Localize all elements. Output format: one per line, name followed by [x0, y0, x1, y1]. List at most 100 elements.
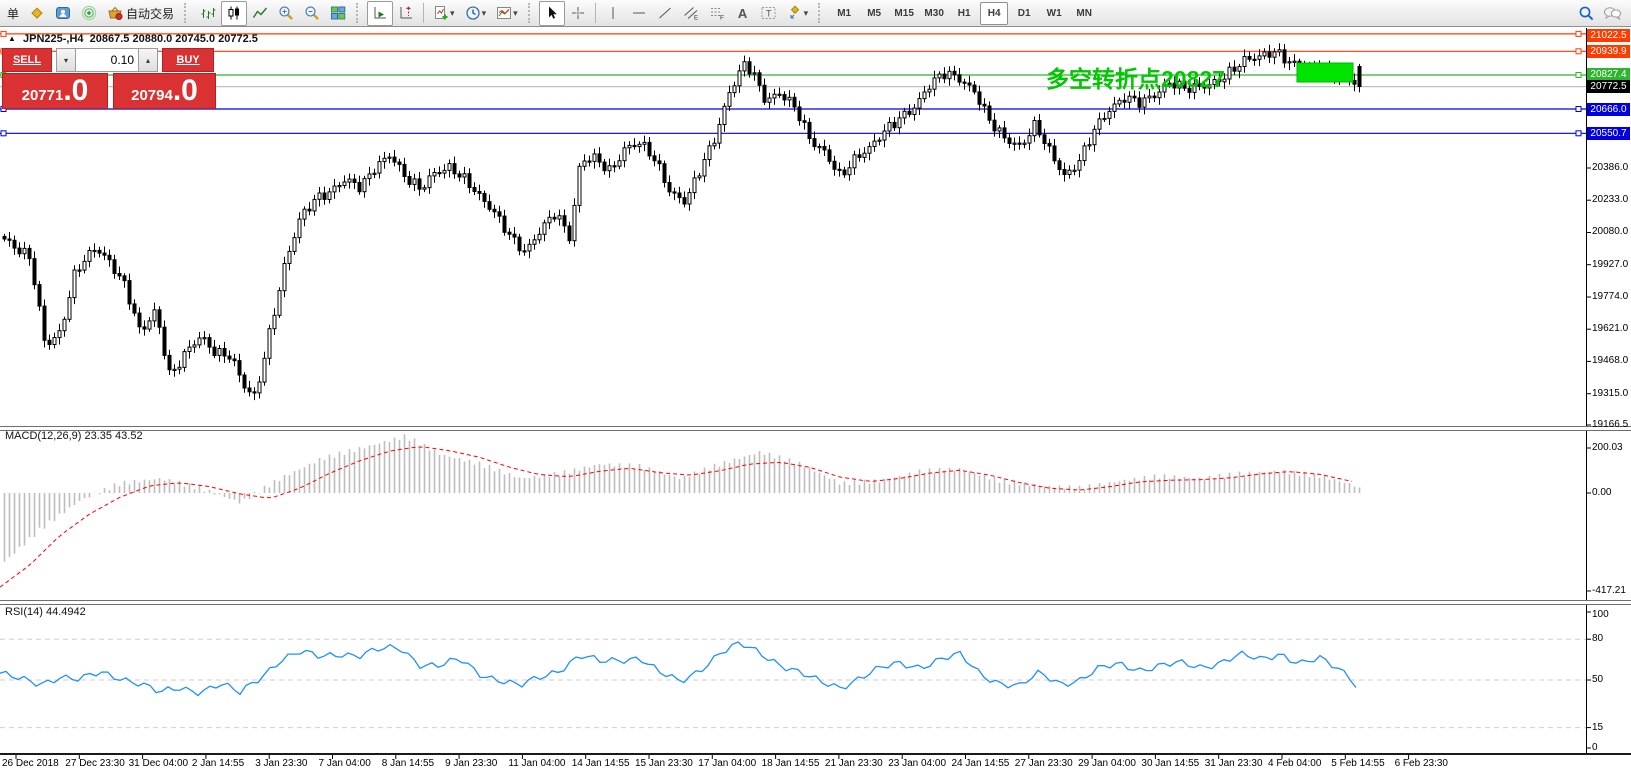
toolbar-separator [595, 3, 596, 23]
tab-tf-h4[interactable]: H4 [980, 2, 1008, 25]
toolbar-drag-handle[interactable] [356, 3, 364, 23]
cursor-tool-button[interactable] [539, 1, 565, 26]
mql5-community-icon[interactable] [50, 1, 76, 26]
buy-price: 20794 [131, 87, 173, 104]
price-axis-tick: 19166.5 [1592, 419, 1628, 430]
arrows-tool-button[interactable]: ▾ [782, 1, 814, 26]
search-button[interactable] [1573, 1, 1599, 26]
search-icon [1578, 5, 1595, 22]
macd-axis-tick: 200.03 [1592, 442, 1623, 453]
clock-icon [465, 5, 481, 21]
indicators-icon [433, 5, 449, 21]
line-chart-mode-button[interactable] [247, 1, 273, 26]
text-tool-button[interactable]: A [730, 1, 756, 26]
chart-marker-icon: ▲ [8, 34, 16, 43]
text-label-tool-button[interactable]: T [756, 1, 782, 26]
template-icon [496, 5, 512, 21]
tab-tf-w1[interactable]: W1 [1040, 2, 1068, 25]
buy-tab[interactable]: BUY [162, 48, 214, 72]
tab-tf-m5[interactable]: M5 [860, 2, 888, 25]
crosshair-tool-button[interactable] [565, 1, 591, 26]
svg-text:E: E [694, 16, 698, 22]
pane-separator[interactable] [0, 426, 1631, 431]
mql5-market-icon[interactable] [24, 1, 50, 26]
time-axis-label: 7 Jan 04:00 [319, 758, 371, 769]
autotrading-button[interactable]: 自动交易 [102, 1, 179, 26]
sell-tab[interactable]: SELL [2, 48, 52, 72]
chart-canvas[interactable] [0, 0, 1631, 774]
channel-icon: E [683, 5, 699, 21]
tab-tf-m15[interactable]: M15 [890, 2, 918, 25]
tab-tf-d1[interactable]: D1 [1010, 2, 1038, 25]
vertical-line-icon [605, 5, 621, 21]
new-order-button[interactable]: 单 [2, 1, 24, 26]
tab-tf-m30[interactable]: M30 [920, 2, 948, 25]
templates-button[interactable]: ▾ [491, 1, 523, 26]
price-axis-tick: 19315.0 [1592, 388, 1628, 399]
tab-tf-m1[interactable]: M1 [830, 2, 858, 25]
equidistant-channel-tool-button[interactable]: E [678, 1, 704, 26]
chart-shift-button[interactable] [393, 1, 419, 26]
toolbar-drag-handle[interactable] [184, 3, 192, 23]
price-axis-tick: 19927.0 [1592, 259, 1628, 270]
time-axis-label: 11 Jan 04:00 [508, 758, 565, 769]
dropdown-arrow-icon: ▾ [450, 8, 455, 19]
vertical-line-tool-button[interactable] [600, 1, 626, 26]
time-axis-label: 31 Jan 23:30 [1205, 758, 1263, 769]
sell-button[interactable]: 20771 .0 [2, 73, 108, 109]
trade-panel-top-row: SELL ▾ ▴ BUY [2, 48, 216, 72]
trendline-tool-button[interactable] [652, 1, 678, 26]
chart-annotation-text[interactable]: 多空转折点20827 [1046, 60, 1225, 94]
ohlc-bars-icon [200, 5, 216, 21]
signals-icon[interactable] [76, 1, 102, 26]
zoom-in-icon [278, 5, 294, 21]
dropdown-arrow-icon: ▾ [513, 8, 518, 19]
fibonacci-tool-button[interactable]: F [704, 1, 730, 26]
volume-spinner: ▾ ▴ [56, 48, 158, 72]
sell-price-big-digit: .0 [63, 76, 88, 106]
crosshair-icon [570, 5, 586, 21]
time-axis-label: 3 Jan 23:30 [255, 758, 307, 769]
main-toolbar: 单 自动交易 ▾ ▾ [0, 0, 1631, 27]
rsi-axis-tick: 80 [1592, 633, 1603, 644]
toolbar-drag-handle[interactable] [818, 3, 826, 23]
volume-decrease-button[interactable]: ▾ [56, 48, 76, 72]
buy-button[interactable]: 20794 .0 [113, 73, 216, 109]
pane-separator[interactable] [0, 600, 1631, 605]
time-axis-label: 14 Jan 14:55 [572, 758, 630, 769]
cursor-arrow-icon [544, 5, 560, 21]
rsi-axis-tick: 50 [1592, 674, 1603, 685]
dropdown-arrow-icon: ▾ [482, 8, 487, 19]
volume-input[interactable] [76, 48, 138, 72]
periods-button[interactable]: ▾ [460, 1, 492, 26]
tile-windows-button[interactable] [325, 1, 351, 26]
rsi-label: RSI(14) 44.4942 [5, 606, 86, 618]
chat-button[interactable] [1599, 1, 1625, 26]
time-axis-label: 6 Feb 23:30 [1395, 758, 1448, 769]
price-axis-tick: 20080.0 [1592, 226, 1628, 237]
time-axis-label: 8 Jan 14:55 [382, 758, 434, 769]
time-axis-label: 17 Jan 04:00 [698, 758, 756, 769]
volume-increase-button[interactable]: ▴ [138, 48, 158, 72]
price-level-badge: 21022.5 [1587, 29, 1630, 42]
tab-tf-h1[interactable]: H1 [950, 2, 978, 25]
text-a-glyph: A [738, 6, 747, 21]
time-axis-label: 2 Jan 14:55 [192, 758, 244, 769]
zoom-in-button[interactable] [273, 1, 299, 26]
auto-scroll-button[interactable] [367, 1, 393, 26]
gold-diamond-icon [29, 5, 45, 21]
tab-tf-mn[interactable]: MN [1070, 2, 1098, 25]
price-axis-tick: 20386.0 [1592, 162, 1628, 173]
candlestick-mode-button[interactable] [221, 1, 247, 26]
one-click-trading-panel: SELL ▾ ▴ BUY 20771 .0 20794 .0 [2, 48, 216, 109]
toolbar-drag-handle[interactable] [528, 3, 536, 23]
chart-shift-icon [398, 5, 414, 21]
macd-label: MACD(12,26,9) 23.35 43.52 [5, 430, 143, 442]
bar-chart-mode-button[interactable] [195, 1, 221, 26]
horizontal-line-tool-button[interactable] [626, 1, 652, 26]
zoom-out-button[interactable] [299, 1, 325, 26]
time-axis-label: 29 Jan 04:00 [1078, 758, 1136, 769]
time-axis-label: 5 Feb 14:55 [1331, 758, 1384, 769]
indicators-button[interactable]: ▾ [428, 1, 460, 26]
chart-title: ▲ JPN225-,H4 20867.5 20880.0 20745.0 207… [8, 33, 258, 45]
